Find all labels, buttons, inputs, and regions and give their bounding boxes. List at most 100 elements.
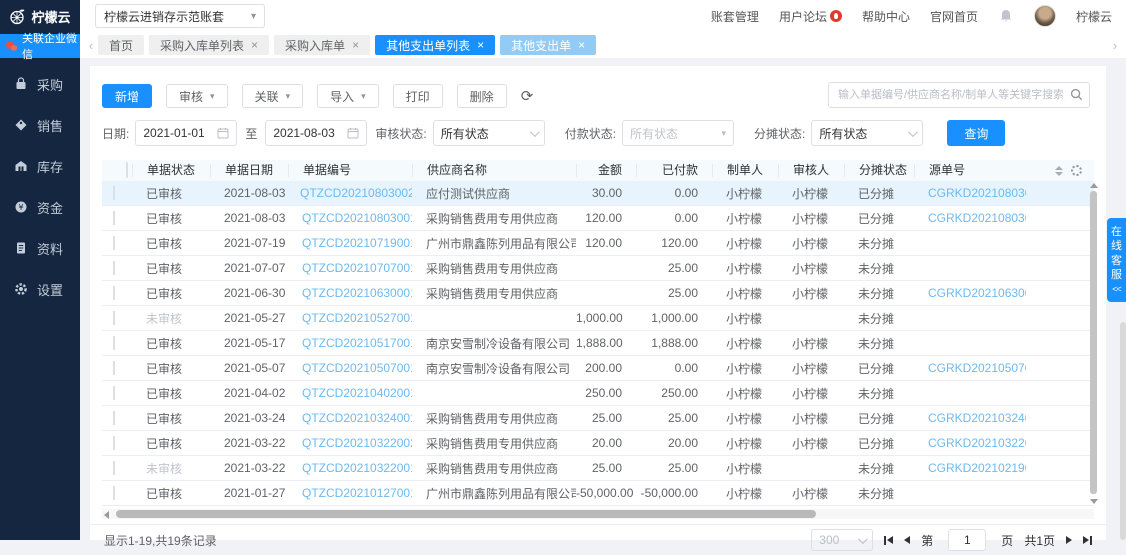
col-share-status[interactable]: 分摊状态 xyxy=(844,164,914,177)
source-no-link[interactable]: CGRKD20210324001 xyxy=(928,411,1026,425)
row-checkbox[interactable] xyxy=(113,211,115,225)
page-number-input[interactable] xyxy=(948,529,986,551)
tab-other-expense-list[interactable]: 其他支出单列表 × xyxy=(375,35,495,55)
tab-purchase-inbound-list[interactable]: 采购入库单列表 × xyxy=(149,35,269,55)
col-paid[interactable]: 已付款 xyxy=(636,164,712,177)
delete-button[interactable]: 删除 xyxy=(457,84,507,108)
row-checkbox[interactable] xyxy=(113,261,115,275)
sidebar-item-inventory[interactable]: 库存 xyxy=(0,151,80,181)
bell-icon[interactable] xyxy=(998,8,1014,24)
account-mgmt-link[interactable]: 账套管理 xyxy=(711,8,759,25)
table-row[interactable]: 已审核2021-03-24QTZCD20210324001采购销售费用专用供应商… xyxy=(102,406,1094,431)
table-row[interactable]: 已审核2021-05-17QTZCD20210517001南京安雪制冷设备有限公… xyxy=(102,331,1094,356)
tabs-scroll-right-icon[interactable]: › xyxy=(1108,38,1122,53)
search-icon[interactable] xyxy=(1070,88,1083,101)
row-checkbox[interactable] xyxy=(113,236,115,250)
audit-dropdown-button[interactable]: 审核 ▾ xyxy=(166,84,228,108)
table-row[interactable]: 未审核2021-03-22QTZCD20210322001采购销售费用专用供应商… xyxy=(102,456,1094,481)
table-row[interactable]: 已审核2021-08-03QTZCD20210803001采购销售费用专用供应商… xyxy=(102,206,1094,231)
table-horizontal-scrollbar[interactable] xyxy=(102,509,1094,519)
doc-no-link[interactable]: QTZCD20210127001 xyxy=(302,486,412,500)
table-row[interactable]: 已审核2021-06-30QTZCD20210630001采购销售费用专用供应商… xyxy=(102,281,1094,306)
user-forum-link[interactable]: 用户论坛 xyxy=(779,8,842,25)
tab-other-expense[interactable]: 其他支出单 × xyxy=(500,35,596,55)
table-row[interactable]: 已审核2021-01-27QTZCD20210127001广州市鼎鑫陈列用品有限… xyxy=(102,481,1094,506)
col-auditor[interactable]: 审核人 xyxy=(778,164,844,177)
sidebar-item-wechat[interactable]: 关联企业微信 xyxy=(0,34,80,58)
header-checkbox[interactable] xyxy=(126,162,128,178)
user-avatar[interactable] xyxy=(1034,5,1056,27)
col-source-no[interactable]: 源单号 xyxy=(914,164,1026,177)
doc-no-link[interactable]: QTZCD20210707001 xyxy=(302,261,412,275)
doc-no-link[interactable]: QTZCD20210322002 xyxy=(302,436,412,450)
audit-status-select[interactable]: 所有状态 xyxy=(433,120,545,146)
source-no-link[interactable]: CGRKD20210803001 xyxy=(928,211,1026,225)
scroll-down-icon[interactable] xyxy=(1090,499,1098,504)
row-checkbox[interactable] xyxy=(113,436,115,450)
close-icon[interactable]: × xyxy=(352,38,359,52)
sort-icon[interactable] xyxy=(1055,166,1063,176)
page-size-select[interactable]: 300 xyxy=(811,529,873,551)
row-checkbox[interactable] xyxy=(113,361,115,375)
doc-no-link[interactable]: QTZCD20210803002 xyxy=(300,186,412,200)
tabs-scroll-left-icon[interactable]: ‹ xyxy=(84,38,98,53)
doc-no-link[interactable]: QTZCD20210324001 xyxy=(302,411,412,425)
row-checkbox[interactable] xyxy=(113,186,115,200)
doc-no-link[interactable]: QTZCD20210507001 xyxy=(302,361,412,375)
row-checkbox[interactable] xyxy=(113,336,115,350)
sidebar-item-sales[interactable]: 销售 xyxy=(0,110,80,140)
print-button[interactable]: 打印 xyxy=(393,84,443,108)
date-to-input[interactable]: 2021-08-03 xyxy=(265,120,367,146)
table-row[interactable]: 已审核2021-05-07QTZCD20210507001南京安雪制冷设备有限公… xyxy=(102,356,1094,381)
vscroll-thumb[interactable] xyxy=(1090,191,1097,494)
doc-no-link[interactable]: QTZCD20210517001 xyxy=(302,336,412,350)
close-icon[interactable]: × xyxy=(477,38,484,52)
doc-no-link[interactable]: QTZCD20210803001 xyxy=(302,211,412,225)
official-site-link[interactable]: 官网首页 xyxy=(930,8,978,25)
col-doc-status[interactable]: 单据状态 xyxy=(132,164,210,177)
doc-no-link[interactable]: QTZCD20210719001 xyxy=(302,236,412,250)
scroll-left-icon[interactable] xyxy=(104,511,109,519)
scroll-up-icon[interactable] xyxy=(1090,183,1098,188)
row-checkbox[interactable] xyxy=(113,286,115,300)
refresh-icon[interactable]: ⟳ xyxy=(521,89,534,104)
tab-home[interactable]: 首页 xyxy=(98,35,144,55)
col-maker[interactable]: 制单人 xyxy=(712,164,778,177)
source-no-link[interactable]: CGRKD20210322001 xyxy=(928,436,1026,450)
sidebar-item-settings[interactable]: 设置 xyxy=(0,274,80,304)
date-from-input[interactable]: 2021-01-01 xyxy=(135,120,237,146)
doc-no-link[interactable]: QTZCD20210402001 xyxy=(302,386,412,400)
sidebar-item-funds[interactable]: ¥ 资金 xyxy=(0,192,80,222)
source-no-link[interactable]: CGRKD20210803001 xyxy=(928,186,1026,200)
query-button[interactable]: 查询 xyxy=(947,120,1005,146)
search-input[interactable] xyxy=(828,82,1090,108)
col-amount[interactable]: 金额 xyxy=(576,164,636,177)
row-checkbox[interactable] xyxy=(113,386,115,400)
table-row[interactable]: 已审核2021-04-02QTZCD20210402001250.00250.0… xyxy=(102,381,1094,406)
column-settings-icon[interactable] xyxy=(1071,165,1082,176)
source-no-link[interactable]: CGRKD20210219001 xyxy=(928,461,1026,475)
table-row[interactable]: 已审核2021-07-19QTZCD20210719001广州市鼎鑫陈列用品有限… xyxy=(102,231,1094,256)
doc-no-link[interactable]: QTZCD20210630001 xyxy=(302,286,412,300)
source-no-link[interactable]: CGRKD20210507002 xyxy=(928,361,1026,375)
online-service-button[interactable]: 在线客服 << xyxy=(1107,218,1126,302)
row-checkbox[interactable] xyxy=(113,486,115,500)
help-center-link[interactable]: 帮助中心 xyxy=(862,8,910,25)
hscroll-thumb[interactable] xyxy=(116,510,816,518)
close-icon[interactable]: × xyxy=(251,38,258,52)
col-supplier[interactable]: 供应商名称 xyxy=(412,164,576,177)
col-doc-date[interactable]: 单据日期 xyxy=(210,164,288,177)
relate-dropdown-button[interactable]: 关联 ▾ xyxy=(242,84,304,108)
table-row[interactable]: 未审核2021-05-27QTZCD202105270011,000.001,0… xyxy=(102,306,1094,331)
share-status-select[interactable]: 所有状态 xyxy=(811,120,923,146)
sidebar-item-purchase[interactable]: 采购 xyxy=(0,69,80,99)
table-row[interactable]: 已审核2021-03-22QTZCD20210322002采购销售费用专用供应商… xyxy=(102,431,1094,456)
source-no-link[interactable]: CGRKD20210630001 xyxy=(928,286,1026,300)
page-scrollbar-thumb[interactable] xyxy=(1120,322,1126,540)
sidebar-item-data[interactable]: 资料 xyxy=(0,233,80,263)
row-checkbox[interactable] xyxy=(113,461,115,475)
first-page-button[interactable] xyxy=(884,536,893,545)
row-checkbox[interactable] xyxy=(113,311,115,325)
table-row[interactable]: 已审核2021-08-03QTZCD20210803002应付测试供应商30.0… xyxy=(102,181,1094,206)
close-icon[interactable]: × xyxy=(578,38,585,52)
